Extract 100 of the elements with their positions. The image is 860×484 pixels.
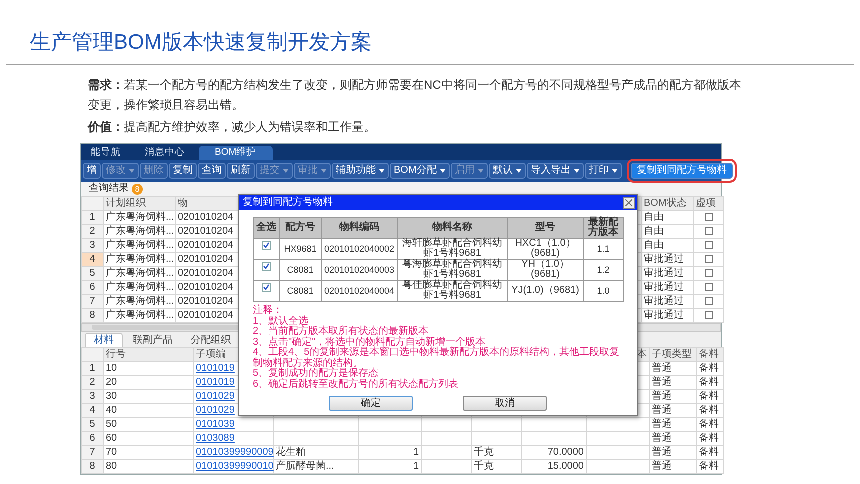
column-header: 子项类型 bbox=[650, 348, 696, 362]
table-cell: 普通 bbox=[650, 446, 696, 460]
table-cell: 自由 bbox=[642, 238, 694, 252]
caret-icon bbox=[574, 169, 580, 173]
table-cell: 20 bbox=[104, 376, 194, 390]
table-cell: 审批通过 bbox=[642, 294, 694, 308]
dialog-button[interactable]: 取消 bbox=[463, 396, 547, 411]
column-header: 计划组织 bbox=[104, 196, 176, 210]
note-text: 注释： bbox=[253, 306, 284, 316]
app-tab[interactable]: 消息中心 bbox=[135, 146, 195, 160]
table-cell: 自由 bbox=[642, 224, 694, 238]
toolbar-button[interactable]: 导入导出 bbox=[526, 163, 584, 179]
checkbox[interactable] bbox=[704, 213, 712, 222]
toolbar-button[interactable]: 打印 bbox=[584, 163, 622, 179]
detail-tab[interactable]: 分配组织 bbox=[183, 334, 239, 347]
table-cell: 40 bbox=[104, 404, 194, 418]
toolbar-button[interactable]: 默认 bbox=[488, 163, 526, 179]
table-cell: 普通 bbox=[650, 390, 696, 404]
checkbox[interactable] bbox=[704, 227, 712, 236]
paragraph: 价值：提高配方维护效率，减少人为错误率和工作量。 bbox=[88, 119, 377, 136]
column-header: BOM状态 bbox=[642, 196, 694, 210]
table-cell: 广东粤海饲料... bbox=[104, 238, 176, 252]
note-text: 2、当前配方版本取所有状态的最新版本 bbox=[253, 327, 429, 337]
table-cell: 02010102040003 bbox=[322, 260, 398, 280]
table-cell: 备料 bbox=[696, 404, 724, 418]
checkbox[interactable] bbox=[704, 269, 712, 278]
checkbox[interactable] bbox=[262, 262, 271, 271]
detail-tab[interactable]: 联副产品 bbox=[125, 334, 181, 347]
checkbox[interactable] bbox=[704, 241, 712, 250]
toolbar-button[interactable]: 复制 bbox=[169, 163, 197, 179]
table-cell: 产朊酵母菌... bbox=[274, 460, 358, 474]
caret-icon bbox=[516, 169, 522, 173]
app-tab[interactable]: BOM维护 bbox=[199, 146, 273, 160]
table-cell: 70 bbox=[104, 446, 194, 460]
table-cell: 广东粤海饲料... bbox=[104, 294, 176, 308]
item-code-link[interactable]: 0101019 bbox=[196, 377, 235, 388]
row-number: 3 bbox=[82, 238, 104, 252]
column-header: 配方号 bbox=[280, 218, 322, 238]
table-cell: 粤佳膨草虾配合饲料幼虾1号料9681 bbox=[398, 280, 508, 302]
table-cell: 1 bbox=[358, 460, 422, 474]
row-number: 5 bbox=[82, 266, 104, 280]
caret-icon bbox=[283, 169, 289, 173]
paragraph: 需求：若某一个配方号的配方结构发生了改变，则配方师需要在NC中将同一个配方号的不同规格型号产成品的配方都做版本变更，操作繁琐且容易出错。 bbox=[88, 77, 742, 114]
toolbar-button[interactable]: 增 bbox=[83, 163, 101, 179]
row-number: 1 bbox=[82, 362, 104, 376]
app-tab[interactable]: 能导航 bbox=[81, 146, 131, 160]
caret-icon bbox=[379, 169, 385, 173]
column-header: 物料名称 bbox=[398, 218, 508, 238]
row-number: 2 bbox=[82, 224, 104, 238]
checkbox[interactable] bbox=[704, 283, 712, 292]
table-cell: 备料 bbox=[696, 418, 724, 432]
checkbox[interactable] bbox=[262, 283, 271, 292]
checkbox[interactable] bbox=[704, 297, 712, 306]
table-cell: 备料 bbox=[696, 362, 724, 376]
table-cell: 审批通过 bbox=[642, 252, 694, 266]
column-header: 虚项 bbox=[694, 196, 724, 210]
toolbar-button[interactable]: BOM分配 bbox=[390, 163, 450, 179]
row-number: 3 bbox=[82, 390, 104, 404]
table-cell: 普通 bbox=[650, 432, 696, 446]
toolbar-button[interactable]: 刷新 bbox=[227, 163, 255, 179]
table-cell: 广东粤海饲料... bbox=[104, 252, 176, 266]
caret-icon bbox=[129, 169, 135, 173]
table-cell: 审批通过 bbox=[642, 280, 694, 294]
row-number: 6 bbox=[82, 432, 104, 446]
column-header: 最新配方版本 bbox=[584, 218, 624, 238]
column-header: 全选 bbox=[254, 218, 280, 238]
caret-icon bbox=[440, 169, 446, 173]
column-header: 型号 bbox=[508, 218, 584, 238]
table-cell: 普通 bbox=[650, 376, 696, 390]
detail-tab[interactable]: 材料 bbox=[85, 333, 123, 347]
close-icon[interactable] bbox=[623, 196, 635, 208]
result-label: 查询结果 bbox=[89, 183, 129, 195]
table-cell: 02010102040002 bbox=[322, 238, 398, 260]
table-cell: HX9681 bbox=[280, 238, 322, 260]
table-cell: YJ(1.0)（9681) bbox=[508, 280, 584, 302]
checkbox[interactable] bbox=[704, 255, 712, 264]
toolbar-button[interactable]: 辅助功能 bbox=[332, 163, 389, 179]
row-number: 7 bbox=[82, 294, 104, 308]
table-cell: 广东粤海饲料... bbox=[104, 224, 176, 238]
table-cell: 1 bbox=[358, 446, 422, 460]
row-number: 8 bbox=[82, 460, 104, 474]
table-cell: 15.0000 bbox=[522, 460, 586, 474]
table-cell: 备料 bbox=[696, 432, 724, 446]
table-cell: 千克 bbox=[472, 460, 522, 474]
table-cell: 备料 bbox=[696, 376, 724, 390]
column-header: 行号 bbox=[104, 348, 194, 362]
table-cell: 70.0000 bbox=[522, 446, 586, 460]
note-text: 5、复制成功的配方是保存态 bbox=[253, 369, 379, 379]
column-header: 备料 bbox=[696, 348, 724, 362]
checkbox[interactable] bbox=[262, 241, 271, 250]
toolbar-button[interactable]: 查询 bbox=[198, 163, 226, 179]
dialog-button[interactable]: 确定 bbox=[329, 396, 413, 411]
table-cell: 80 bbox=[104, 460, 194, 474]
table-cell: 30 bbox=[104, 390, 194, 404]
slide-title: 生产管理BOM版本快速复制开发方案 bbox=[30, 30, 372, 56]
table-cell: 1.1 bbox=[584, 238, 624, 260]
checkbox[interactable] bbox=[704, 311, 712, 320]
table-cell: 审批通过 bbox=[642, 266, 694, 280]
table-cell: YH（1.0）(9681) bbox=[508, 260, 584, 280]
column-header: 物料编码 bbox=[322, 218, 398, 238]
